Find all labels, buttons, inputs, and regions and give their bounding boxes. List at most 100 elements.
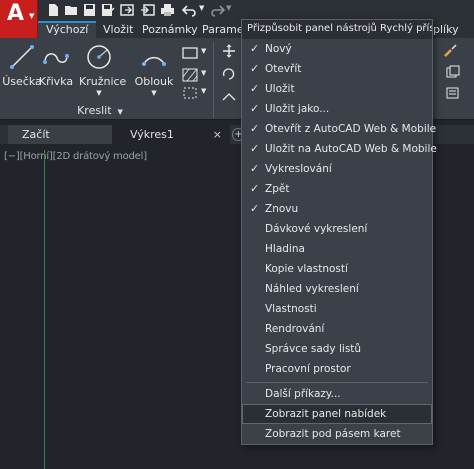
chevron-down-icon: ▼	[29, 12, 35, 20]
match-props-icon[interactable]	[445, 86, 461, 100]
open-web-icon[interactable]	[120, 3, 135, 17]
menu-item-label: Znovu	[265, 203, 299, 215]
line-icon	[10, 45, 34, 69]
check-icon: ✓	[250, 42, 260, 55]
menu-item-undo[interactable]: ✓ Zpět	[242, 179, 432, 199]
save-web-icon[interactable]	[140, 3, 155, 17]
rectangle-icon[interactable]	[182, 46, 198, 60]
check-icon: ✓	[250, 182, 260, 195]
brush-icon[interactable]	[443, 44, 459, 58]
chevron-down-icon[interactable]: ▼	[201, 69, 206, 77]
menu-item-save-as[interactable]: ✓ Uložit jako...	[242, 99, 432, 119]
menu-item-redo[interactable]: ✓ Znovu	[242, 199, 432, 219]
menu-header: Přizpůsobit panel nástrojů Rychlý přístu…	[242, 20, 432, 39]
menu-item-label: Nový	[265, 43, 292, 55]
menu-item-label: Pracovní prostor	[265, 363, 351, 375]
menu-item-show-menubar[interactable]: Zobrazit panel nabídek	[242, 404, 432, 424]
circle-icon	[87, 45, 111, 69]
menu-item-plot[interactable]: ✓ Vykreslování	[242, 159, 432, 179]
menu-item-label: Vykreslování	[265, 163, 332, 175]
tab-drawing1[interactable]: Výkres1 ×	[112, 125, 230, 144]
plot-icon[interactable]	[160, 3, 175, 17]
menu-item-label: Uložit jako...	[265, 103, 330, 115]
chevron-down-icon[interactable]: ▼	[201, 47, 206, 55]
menu-item-batch-plot[interactable]: Dávkové vykreslení	[242, 219, 432, 239]
menu-separator	[246, 382, 428, 383]
tab-start-label: Začít	[22, 128, 50, 141]
application-menu-button[interactable]: A ▼	[0, 0, 38, 38]
check-icon: ✓	[250, 202, 260, 215]
menu-item-properties[interactable]: Vlastnosti	[242, 299, 432, 319]
menu-item-match-properties[interactable]: Kopie vlastností	[242, 259, 432, 279]
close-icon[interactable]: ×	[213, 125, 222, 144]
panel-divider	[213, 42, 214, 118]
arc-tool-button[interactable]: Oblouk ▼	[134, 42, 174, 98]
menu-item-label: Zobrazit pod pásem karet	[265, 428, 401, 440]
check-icon: ✓	[250, 102, 260, 115]
polyline-tool-label: Křivka	[38, 75, 74, 88]
viewport-controls[interactable]: [−][Horní][2D drátový model]	[4, 151, 147, 162]
undo-dropdown-icon[interactable]: ▼	[199, 4, 204, 12]
menu-item-label: Vlastnosti	[265, 303, 317, 315]
save-icon[interactable]	[82, 3, 97, 17]
check-icon: ✓	[250, 142, 260, 155]
circle-tool-button[interactable]: Kružnice ▼	[79, 42, 126, 98]
layers-icon[interactable]	[445, 65, 461, 79]
tab-partial[interactable]: plíky	[433, 21, 459, 38]
tab-start[interactable]: Začít	[8, 125, 112, 144]
menu-item-layer[interactable]: Hladina	[242, 239, 432, 259]
menu-item-label: Otevřít z AutoCAD Web & Mobile	[265, 123, 437, 135]
move-icon[interactable]	[221, 44, 237, 58]
hatch-icon[interactable]	[182, 68, 198, 82]
new-icon[interactable]	[46, 3, 61, 17]
menu-item-label: Rendrování	[265, 323, 325, 335]
quick-access-toolbar: ▼ ▼	[0, 0, 474, 21]
menu-item-label: Hladina	[265, 243, 305, 255]
polyline-tool-button[interactable]: Křivka	[36, 42, 76, 88]
menu-item-sheet-set-manager[interactable]: Správce sady listů	[242, 339, 432, 359]
menu-item-label: Kopie vlastností	[265, 263, 348, 275]
arc-tool-label: Oblouk	[134, 75, 174, 88]
rotate-icon[interactable]	[221, 66, 237, 80]
tab-drawing1-label: Výkres1	[130, 128, 174, 141]
redo-icon[interactable]	[210, 3, 225, 17]
menu-item-save[interactable]: ✓ Uložit	[242, 79, 432, 99]
menu-item-label: Otevřít	[265, 63, 302, 75]
menu-item-new[interactable]: ✓ Nový	[242, 39, 432, 59]
draw-panel-title-label: Kreslit	[77, 104, 112, 117]
menu-item-more-commands[interactable]: Další příkazy...	[242, 384, 432, 404]
trim-icon[interactable]	[221, 88, 237, 102]
menu-item-label: Uložit na AutoCAD Web & Mobile	[265, 143, 437, 155]
menu-item-save-web-mobile[interactable]: ✓ Uložit na AutoCAD Web & Mobile	[242, 139, 437, 159]
check-icon: ✓	[250, 62, 260, 75]
redo-dropdown-icon[interactable]: ▼	[226, 4, 231, 12]
check-icon: ✓	[250, 122, 260, 135]
autocad-logo-icon: A	[7, 1, 25, 26]
menu-item-label: Další příkazy...	[265, 388, 341, 400]
menu-item-label: Náhled vykreslení	[265, 283, 359, 295]
draw-panel-title[interactable]: Kreslit ▼	[0, 102, 200, 119]
save-as-icon[interactable]	[100, 3, 115, 17]
chevron-down-icon[interactable]: ▼	[201, 87, 206, 95]
menu-item-label: Zobrazit panel nabídek	[265, 408, 387, 420]
chevron-down-icon: ▼	[117, 108, 123, 116]
region-icon[interactable]	[182, 86, 198, 100]
chevron-down-icon[interactable]: ▼	[134, 88, 174, 98]
open-icon[interactable]	[64, 3, 79, 17]
menu-item-show-below-ribbon[interactable]: Zobrazit pod pásem karet	[242, 424, 432, 444]
menu-item-open-web-mobile[interactable]: ✓ Otevřít z AutoCAD Web & Mobile	[242, 119, 436, 139]
menu-item-render[interactable]: Rendrování	[242, 319, 432, 339]
menu-item-plot-preview[interactable]: Náhled vykreslení	[242, 279, 432, 299]
circle-tool-label: Kružnice	[79, 75, 127, 88]
menu-item-open[interactable]: ✓ Otevřít	[242, 59, 432, 79]
menu-item-label: Uložit	[265, 83, 295, 95]
check-icon: ✓	[250, 162, 260, 175]
chevron-down-icon[interactable]: ▼	[79, 88, 119, 98]
menu-item-label: Správce sady listů	[265, 343, 362, 355]
undo-icon[interactable]	[182, 3, 197, 17]
customize-qat-menu: Přizpůsobit panel nástrojů Rychlý přístu…	[241, 19, 437, 445]
menu-item-label: Zpět	[265, 183, 290, 195]
tab-vychozi[interactable]: Výchozí	[38, 21, 97, 38]
ucs-y-axis	[44, 150, 45, 469]
menu-item-workspace[interactable]: Pracovní prostor	[242, 359, 432, 379]
